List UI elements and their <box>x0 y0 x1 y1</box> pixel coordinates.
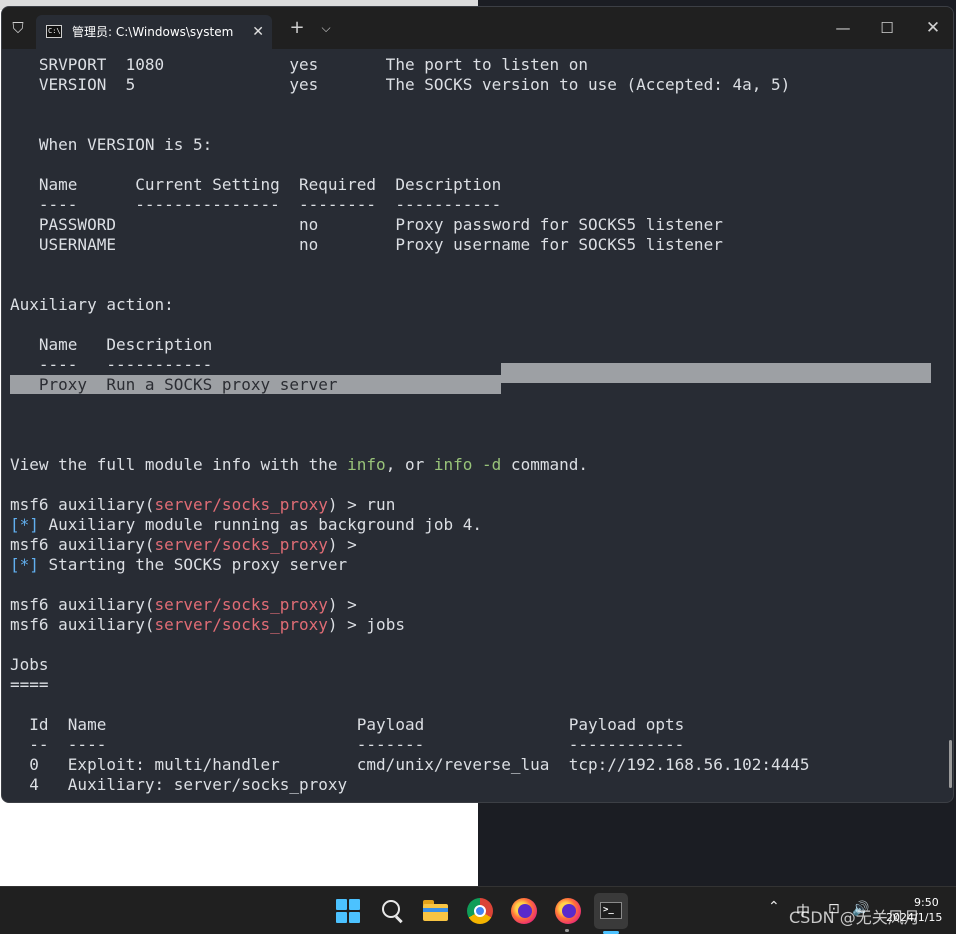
terminal-output[interactable]: SRVPORT 1080 yes The port to listen on V… <box>10 55 950 795</box>
cmd-icon: C:\ <box>46 25 62 38</box>
prompt-suffix: ) > <box>327 535 367 554</box>
info-command: info <box>347 455 386 474</box>
info-marker: [*] <box>10 515 39 534</box>
info-hint-prefix: View the full module info with the <box>10 455 348 474</box>
chevron-down-icon[interactable]: ⌵ <box>315 7 337 49</box>
prompt-suffix: ) > <box>327 615 367 634</box>
maximize-icon[interactable]: ☐ <box>872 7 902 49</box>
jobs-table-line: Jobs <box>10 655 49 674</box>
terminal-line: SRVPORT 1080 yes The port to listen on <box>10 55 588 74</box>
close-icon[interactable]: ✕ <box>918 7 948 49</box>
prompt-suffix: ) > <box>327 495 367 514</box>
terminal-line: Name Description <box>10 335 213 354</box>
status-line: [*] Auxiliary module running as backgrou… <box>10 515 950 535</box>
info-hint-suffix: command. <box>501 455 588 474</box>
jobs-table-line: -- ---- ------- ------------ <box>10 735 685 754</box>
terminal-line: PASSWORD no Proxy password for SOCKS5 li… <box>10 215 723 234</box>
prompt-module: server/socks_proxy <box>154 535 328 554</box>
command-text: run <box>366 495 396 514</box>
taskbar: >_ ⌃ 中 ⊡ 🔊 9:50 2024/1/15 CSDN @无关风月 <box>0 886 956 934</box>
close-tab-icon[interactable]: ✕ <box>252 15 264 49</box>
watermark: CSDN @无关风月 <box>789 908 920 927</box>
terminal-line: VERSION 5 yes The SOCKS version to use (… <box>10 75 791 94</box>
prompt-line: msf6 auxiliary(server/socks_proxy) > job… <box>10 615 950 635</box>
prompt-module: server/socks_proxy <box>154 495 328 514</box>
terminal-line: ---- --------------- -------- ----------… <box>10 195 502 214</box>
jobs-table-line: ==== <box>10 675 49 694</box>
status-message: Auxiliary module running as background j… <box>38 515 483 534</box>
command-text: jobs <box>366 615 405 634</box>
terminal-titlebar[interactable]: ⛉ C:\ 管理员: C:\Windows\system32 ✕ + ⌵ — ☐… <box>2 7 953 49</box>
terminal-icon[interactable]: >_ <box>594 893 628 929</box>
jobs-table-line: Id Name Payload Payload opts <box>10 715 685 734</box>
prompt-prefix: msf6 auxiliary( <box>10 595 155 614</box>
info-hint-mid: , or <box>385 455 434 474</box>
tab-title: 管理员: C:\Windows\system32 <box>72 25 234 39</box>
firefox-icon[interactable] <box>508 895 540 927</box>
chrome-icon[interactable] <box>464 895 496 927</box>
search-icon[interactable] <box>376 895 408 927</box>
status-line: [*] Starting the SOCKS proxy server <box>10 555 950 575</box>
info-marker: [*] <box>10 555 39 574</box>
running-indicator <box>565 929 569 932</box>
info-d-command: info -d <box>433 455 502 474</box>
selection-highlight-block <box>501 363 931 383</box>
module-options-output: SRVPORT 1080 yes The port to listen on V… <box>10 55 950 375</box>
prompt-line: msf6 auxiliary(server/socks_proxy) > run <box>10 495 950 515</box>
jobs-table-line: 0 Exploit: multi/handler cmd/unix/revers… <box>10 755 810 774</box>
prompt-module: server/socks_proxy <box>154 615 328 634</box>
jobs-table-output: Jobs ==== Id Name Payload Payload opts --… <box>10 655 950 795</box>
prompt-line: msf6 auxiliary(server/socks_proxy) > <box>10 595 950 615</box>
windows-start-icon[interactable] <box>332 895 364 927</box>
terminal-line: Name Current Setting Required Descriptio… <box>10 175 502 194</box>
file-explorer-icon[interactable] <box>420 895 452 927</box>
jobs-table-line: 4 Auxiliary: server/socks_proxy <box>10 775 348 794</box>
selection-highlight: Proxy Run a SOCKS proxy server <box>10 375 502 394</box>
new-tab-icon[interactable]: + <box>285 7 309 49</box>
prompt-prefix: msf6 auxiliary( <box>10 495 155 514</box>
prompt-prefix: msf6 auxiliary( <box>10 535 155 554</box>
minimize-icon[interactable]: — <box>828 7 858 49</box>
terminal-line: Auxiliary action: <box>10 295 174 314</box>
firefox-icon[interactable] <box>552 895 584 927</box>
tab-admin-cmd[interactable]: C:\ 管理员: C:\Windows\system32 ✕ <box>36 15 272 49</box>
chevron-up-icon[interactable]: ⌃ <box>768 899 780 915</box>
prompt-line: msf6 auxiliary(server/socks_proxy) > <box>10 535 950 555</box>
terminal-window[interactable]: ⛉ C:\ 管理员: C:\Windows\system32 ✕ + ⌵ — ☐… <box>1 6 954 803</box>
jobs-table-line <box>10 695 950 715</box>
info-hint-line: View the full module info with the info,… <box>10 455 950 475</box>
prompt-suffix: ) > <box>327 595 367 614</box>
scrollbar-thumb[interactable] <box>949 740 952 788</box>
prompt-module: server/socks_proxy <box>154 595 328 614</box>
status-message: Starting the SOCKS proxy server <box>38 555 348 574</box>
terminal-line: USERNAME no Proxy username for SOCKS5 li… <box>10 235 723 254</box>
terminal-line: When VERSION is 5: <box>10 135 213 154</box>
prompt-prefix: msf6 auxiliary( <box>10 615 155 634</box>
shield-icon: ⛉ <box>12 19 24 37</box>
